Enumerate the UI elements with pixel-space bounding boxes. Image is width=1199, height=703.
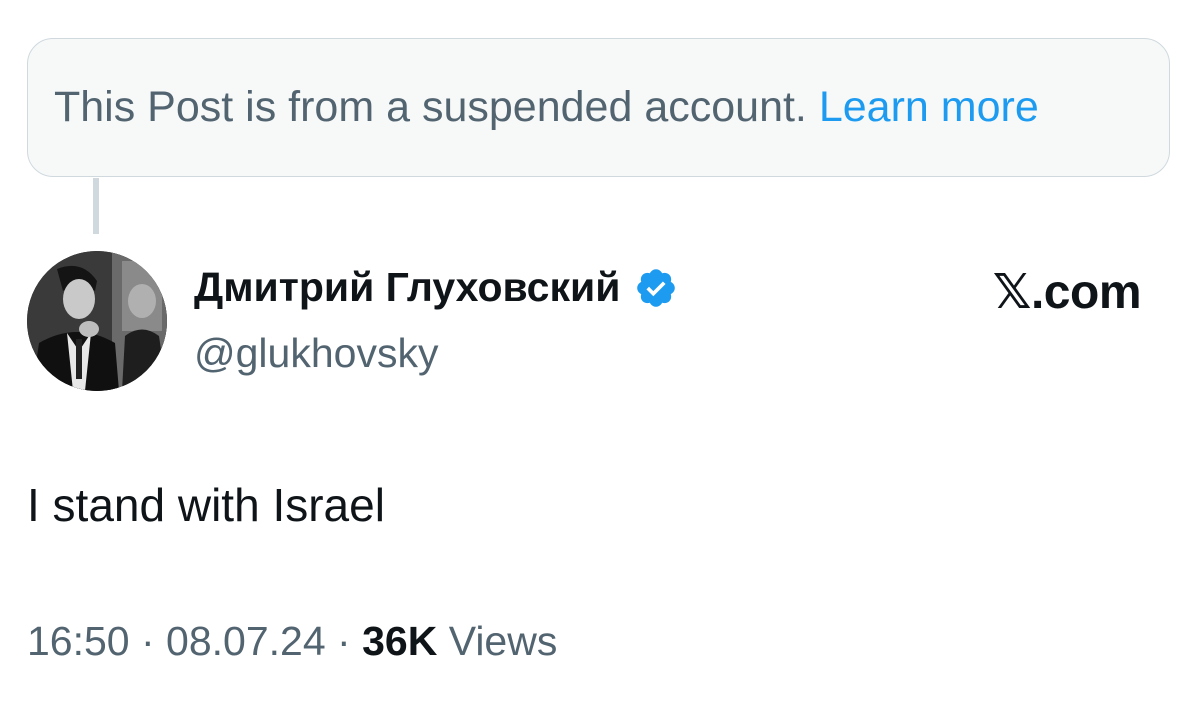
avatar-photo (27, 251, 167, 391)
avatar[interactable] (27, 251, 167, 391)
author-handle[interactable]: @glukhovsky (194, 330, 438, 377)
meta-separator: · (129, 618, 167, 664)
thread-connector-line (93, 178, 99, 234)
post-metadata: 16:50 · 08.07.24 · 36K Views (27, 618, 557, 665)
suspended-account-notice: This Post is from a suspended account. L… (27, 38, 1170, 177)
x-com-logo: 𝕏.com (992, 266, 1142, 319)
verified-badge-icon (634, 266, 678, 310)
author-name[interactable]: Дмитрий Глуховский (194, 264, 620, 311)
meta-separator: · (325, 618, 363, 664)
views-label: Views (448, 618, 558, 664)
views-count: 36K (362, 618, 438, 664)
post-text: I stand with Israel (27, 479, 385, 531)
post-time[interactable]: 16:50 (27, 618, 130, 664)
post-date[interactable]: 08.07.24 (166, 618, 326, 664)
learn-more-link[interactable]: Learn more (819, 83, 1039, 132)
author-name-row: Дмитрий Глуховский (194, 264, 678, 311)
notice-text: This Post is from a suspended account. (54, 83, 807, 131)
